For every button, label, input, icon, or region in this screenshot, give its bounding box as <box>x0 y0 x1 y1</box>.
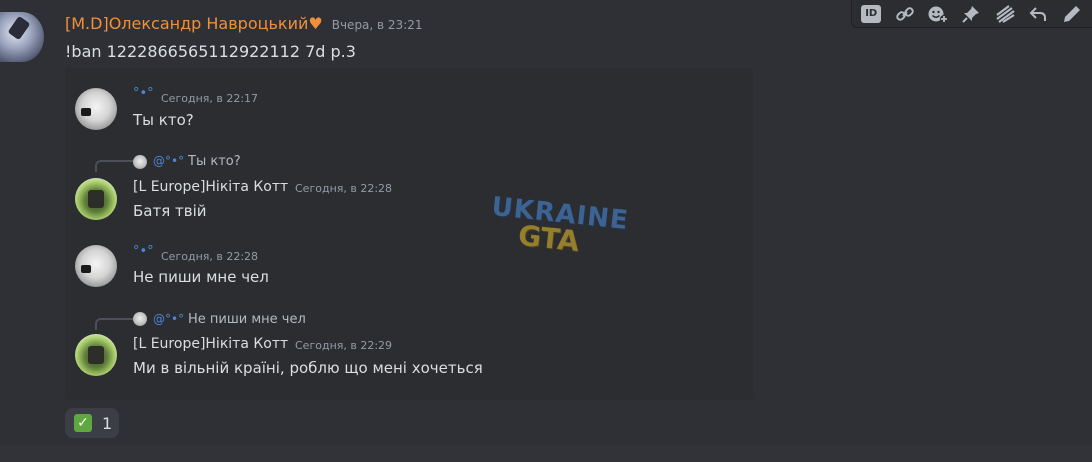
plant-avatar <box>75 334 117 376</box>
message-header: [M.D]Олександр Навроцький♥ Вчера, в 23:2… <box>65 14 423 33</box>
embed-timestamp: Сегодня, в 22:29 <box>295 339 393 352</box>
emoji-icon <box>928 6 949 23</box>
cat-avatar <box>75 88 117 130</box>
reply-avatar <box>133 312 147 326</box>
reply-text: Не пиши мне чел <box>188 312 306 327</box>
copy-link-button[interactable] <box>891 1 917 27</box>
embed-username: [L Europe]Нікіта Котт <box>133 179 289 195</box>
thread-icon <box>996 4 1015 23</box>
message-timestamp: Вчера, в 23:21 <box>331 18 423 32</box>
message-actions-toolbar: ID <box>851 0 1092 28</box>
pin-icon <box>962 5 980 23</box>
message: [M.D]Олександр Навроцький♥ Вчера, в 23:2… <box>0 0 1092 445</box>
author-avatar[interactable] <box>0 12 44 62</box>
embed-message-text: Не пиши мне чел <box>133 268 269 286</box>
create-thread-button[interactable] <box>992 1 1018 27</box>
reply-icon <box>1029 6 1047 21</box>
author-name[interactable]: [M.D]Олександр Навроцький♥ <box>65 14 323 33</box>
edit-icon <box>1063 5 1080 22</box>
reply-username: @°•° <box>153 154 185 168</box>
add-reaction-button[interactable] <box>925 1 951 27</box>
reply-avatar <box>133 155 147 169</box>
embed-timestamp: Сегодня, в 22:28 <box>295 182 393 195</box>
screenshot-embed[interactable]: UKRAINE GTA °•° Сегодня, в 22:17 Ты кто?… <box>65 68 753 400</box>
embed-message-text: Ми в вільній країні, роблю що мені хочет… <box>133 359 483 377</box>
reply-button[interactable] <box>1025 1 1051 27</box>
reply-connector <box>95 318 133 330</box>
embed-timestamp: Сегодня, в 22:28 <box>161 250 259 263</box>
pin-button[interactable] <box>958 1 984 27</box>
white-check-mark-emoji: ✓ <box>74 414 92 432</box>
message-divider <box>0 445 1092 462</box>
embed-timestamp: Сегодня, в 22:17 <box>161 92 259 105</box>
link-icon <box>895 6 914 21</box>
id-icon: ID <box>861 4 882 23</box>
plant-avatar <box>75 178 117 220</box>
reaction-count: 1 <box>102 413 113 433</box>
cat-avatar <box>75 245 117 287</box>
embed-message-text: Батя твій <box>133 202 207 220</box>
message-content: !ban 1222866565112922112 7d p.3 <box>65 42 356 61</box>
embed-message-text: Ты кто? <box>133 111 194 129</box>
ukraine-gta-watermark: UKRAINE GTA <box>488 192 630 258</box>
reply-text: Ты кто? <box>188 154 241 169</box>
embed-username: °•° <box>133 244 154 259</box>
edit-button[interactable] <box>1059 1 1085 27</box>
embed-username: [L Europe]Нікіта Котт <box>133 336 289 352</box>
embed-username: °•° <box>133 86 154 101</box>
copy-id-button[interactable]: ID <box>858 1 884 27</box>
reaction-button[interactable]: ✓ 1 <box>65 408 119 438</box>
reply-connector <box>95 160 133 172</box>
reply-username: @°•° <box>153 312 185 326</box>
